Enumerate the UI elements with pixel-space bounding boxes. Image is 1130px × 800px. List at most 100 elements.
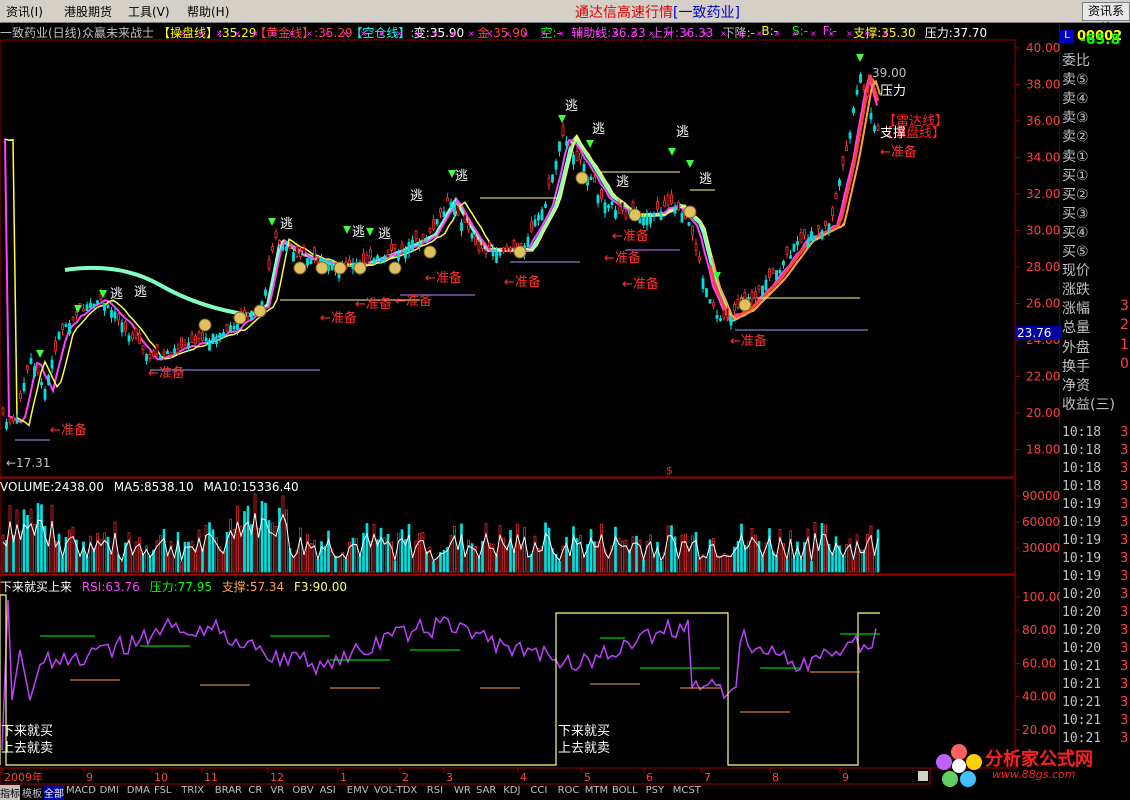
- candle-body: [708, 299, 712, 304]
- tab-boll[interactable]: BOLL: [612, 785, 638, 796]
- tick-time-8: 10:19: [1062, 569, 1102, 584]
- tick-time-16: 10:21: [1062, 713, 1102, 728]
- volume-bar: [516, 523, 519, 573]
- tab-kdj[interactable]: KDJ: [503, 785, 520, 796]
- top-mark: ×: [414, 29, 421, 38]
- tab-fsl[interactable]: FSL: [154, 785, 172, 796]
- candle-body: [138, 332, 141, 344]
- tab-asi[interactable]: ASI: [320, 785, 336, 796]
- tab-vol-tdx[interactable]: VOL-TDX: [374, 785, 417, 796]
- volume-bar: [526, 555, 530, 573]
- tab-全部[interactable]: 全部: [44, 785, 64, 800]
- top-mark: ×: [234, 29, 241, 38]
- volume-bar: [264, 502, 267, 573]
- candle-body: [19, 392, 22, 400]
- volume-bar: [558, 560, 561, 573]
- candle-body: [610, 201, 614, 206]
- volume-bar: [691, 535, 694, 573]
- tab-emv[interactable]: EMV: [347, 785, 369, 796]
- time-tick-label: 12: [270, 771, 284, 784]
- candle-body: [537, 214, 540, 221]
- tab-cr[interactable]: CR: [248, 785, 262, 796]
- candle-body: [869, 112, 873, 120]
- candle-body: [281, 246, 285, 250]
- candle-body: [400, 244, 404, 251]
- volume-bar: [334, 556, 337, 573]
- candle-body: [845, 145, 848, 151]
- candle-body: [414, 230, 418, 240]
- candle-body: [621, 202, 624, 212]
- candle-body: [771, 268, 775, 274]
- top-mark: ×: [666, 29, 673, 38]
- candle-body: [103, 302, 106, 311]
- ready-label: ←准备: [612, 228, 649, 244]
- candle-body: [218, 333, 222, 341]
- candle-body: [806, 239, 810, 248]
- candle-body: [47, 375, 50, 385]
- tab-obv[interactable]: OBV: [292, 785, 313, 796]
- volume-bar: [635, 535, 638, 573]
- top-mark: ×: [180, 29, 187, 38]
- candle-body: [498, 251, 502, 256]
- candle-body: [131, 333, 134, 340]
- tab-模板[interactable]: 模板: [22, 785, 42, 800]
- tab-sar[interactable]: SAR: [476, 785, 496, 796]
- tab-mtm[interactable]: MTM: [585, 785, 608, 796]
- candle-body: [187, 342, 190, 348]
- tab-rsi[interactable]: RSI: [427, 785, 443, 796]
- quote-panel: L 00002 委比 -65.8 卖⑤ 卖④ 卖③ 卖② 卖① 买① 买② 买③ 买④ 买⑤ 现价 涨跌涨…: [1060, 28, 1130, 770]
- candle-body: [757, 285, 761, 290]
- volume-bar: [582, 555, 586, 573]
- money-bag-icon: [738, 298, 752, 312]
- candle-body: [701, 278, 705, 289]
- quote-label-12: 涨跌: [1062, 282, 1090, 299]
- top-mark: ×: [684, 29, 691, 38]
- tick-time-15: 10:21: [1062, 695, 1102, 710]
- tab-cci[interactable]: CCI: [530, 785, 547, 796]
- volume-bar: [712, 538, 715, 573]
- candle-body: [8, 418, 12, 424]
- candle-body: [803, 229, 806, 236]
- volume-bar: [418, 532, 421, 573]
- escape-label: 逃: [134, 285, 147, 300]
- tab-roc[interactable]: ROC: [558, 785, 580, 796]
- tab-macd[interactable]: MACD: [66, 785, 96, 796]
- escape-label: 逃: [378, 227, 391, 242]
- tab-psy[interactable]: PSY: [646, 785, 665, 796]
- tab-trix[interactable]: TRIX: [181, 785, 204, 796]
- tab-vr[interactable]: VR: [270, 785, 284, 796]
- candle-body: [271, 246, 274, 251]
- candle-body: [754, 291, 757, 299]
- time-tick-label: 4: [520, 771, 527, 784]
- candle-body: [733, 303, 736, 312]
- info-system-button[interactable]: 资讯系统: [1082, 2, 1130, 35]
- top-mark: ×: [378, 29, 385, 38]
- tick-time-5: 10:19: [1062, 515, 1102, 530]
- time-tick-label: 9: [842, 771, 849, 784]
- tab-dma[interactable]: DMA: [127, 785, 150, 796]
- top-mark: ×: [252, 29, 259, 38]
- volume-bar: [138, 537, 141, 573]
- volume-bar: [722, 553, 726, 573]
- candle-body: [768, 268, 771, 278]
- tab-mcst[interactable]: MCST: [673, 785, 701, 796]
- volume-bar: [379, 527, 383, 573]
- tick-time-13: 10:21: [1062, 659, 1102, 674]
- candle-body: [211, 333, 215, 345]
- candle-body: [250, 310, 253, 320]
- tab-brar[interactable]: BRAR: [215, 785, 242, 796]
- tab-wr[interactable]: WR: [454, 785, 471, 796]
- tab-指标[interactable]: 指标: [0, 785, 20, 800]
- volume-bar: [460, 523, 463, 573]
- candle-body: [106, 305, 110, 309]
- top-mark: ×: [198, 29, 205, 38]
- top-mark: ×: [342, 29, 349, 38]
- escape-label: 逃: [352, 225, 365, 240]
- candle-body: [33, 366, 36, 377]
- candle-body: [775, 270, 778, 280]
- volume-bar: [719, 556, 722, 573]
- candle-body: [369, 249, 372, 259]
- tick-value-11: 3: [1120, 623, 1129, 638]
- time-tick-label: 8: [772, 771, 779, 784]
- tab-dmi[interactable]: DMI: [100, 785, 119, 796]
